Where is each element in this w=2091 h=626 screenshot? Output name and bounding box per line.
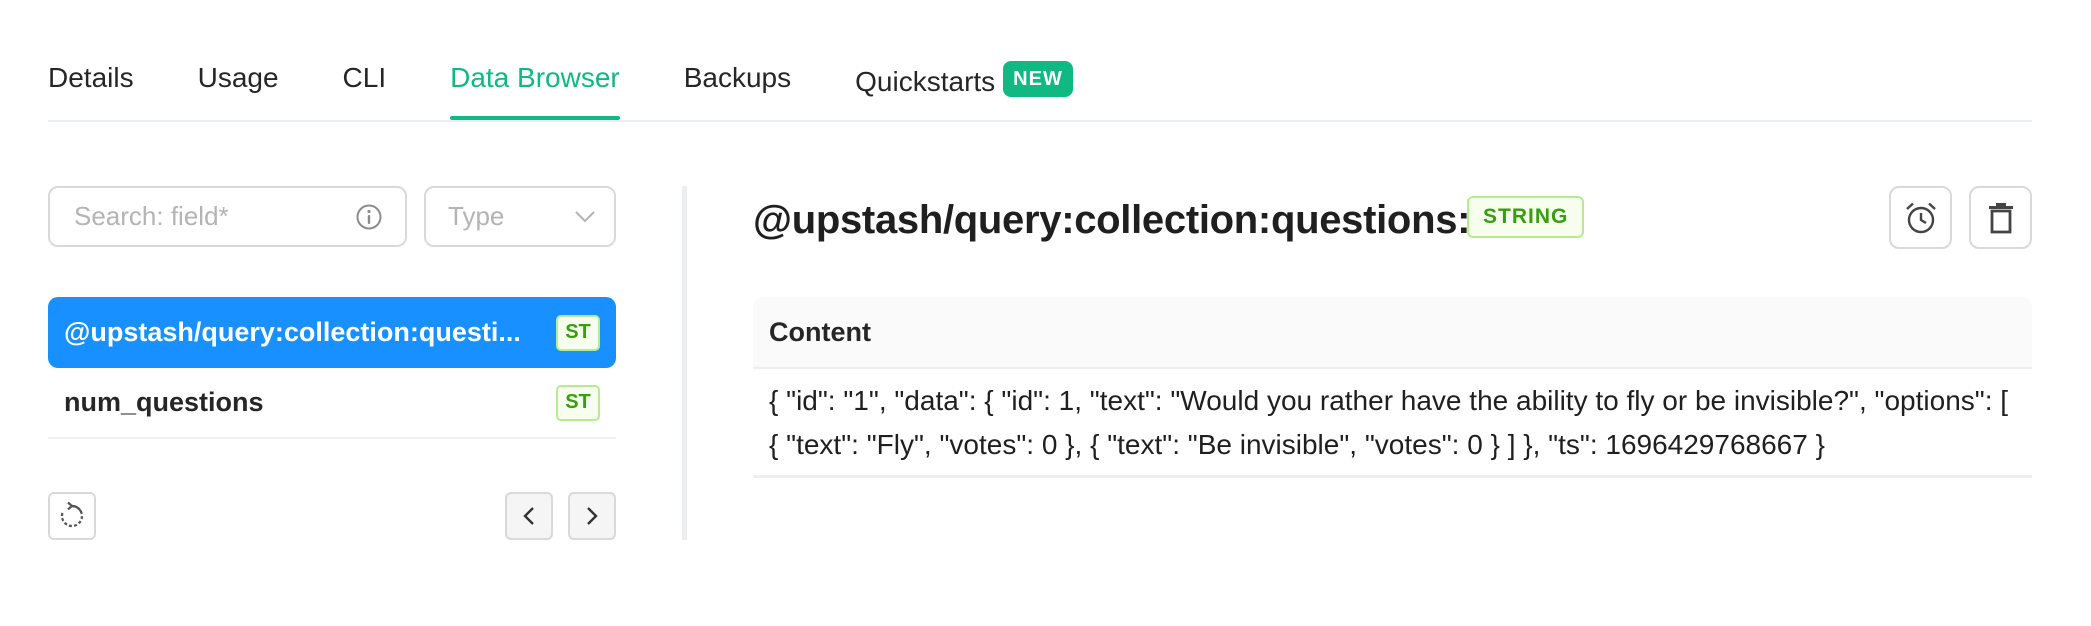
type-tag: ST [556,384,600,421]
search-box [48,186,407,247]
tab-quickstarts[interactable]: Quickstarts NEW [855,52,1073,106]
chevron-left-icon [523,507,534,525]
key-list: @upstash/query:collection:questi... ST n… [48,297,616,439]
tab-details[interactable]: Details [48,52,134,106]
tab-usage[interactable]: Usage [198,52,279,106]
content-header: Content [753,297,2032,369]
alarm-clock-icon [1905,202,1936,233]
list-item[interactable]: @upstash/query:collection:questi... ST [48,297,616,368]
new-badge: NEW [1003,61,1073,97]
string-type-badge: STRING [1467,196,1585,238]
tab-bar: Details Usage CLI Data Browser Backups Q… [48,52,2032,122]
list-item[interactable]: num_questions ST [48,368,616,439]
content-table: Content { "id": "1", "data": { "id": 1, … [753,297,2032,478]
refresh-button[interactable] [48,492,96,540]
type-tag: ST [556,314,600,351]
chevron-right-icon [587,507,598,525]
tab-quickstarts-label: Quickstarts [855,66,996,97]
prev-page-button[interactable] [505,492,553,540]
panel-divider[interactable] [682,186,687,540]
delete-button[interactable] [1969,186,2032,249]
tab-cli[interactable]: CLI [343,52,387,106]
content-value: { "id": "1", "data": { "id": 1, "text": … [753,369,2032,478]
refresh-icon [60,501,84,528]
type-select[interactable]: Type [424,186,616,247]
key-name: @upstash/query:collection:questi... [64,317,521,347]
key-title: @upstash/query:collection:questions:1 [753,198,1493,242]
tab-backups[interactable]: Backups [684,52,791,106]
trash-icon [1988,202,2013,233]
key-name: num_questions [64,387,264,417]
type-select-placeholder: Type [448,201,505,231]
tab-data-browser[interactable]: Data Browser [450,52,620,120]
chevron-down-icon [575,210,595,222]
search-input[interactable] [72,200,355,233]
ttl-button[interactable] [1889,186,1952,249]
next-page-button[interactable] [568,492,616,540]
info-icon[interactable] [355,203,383,231]
